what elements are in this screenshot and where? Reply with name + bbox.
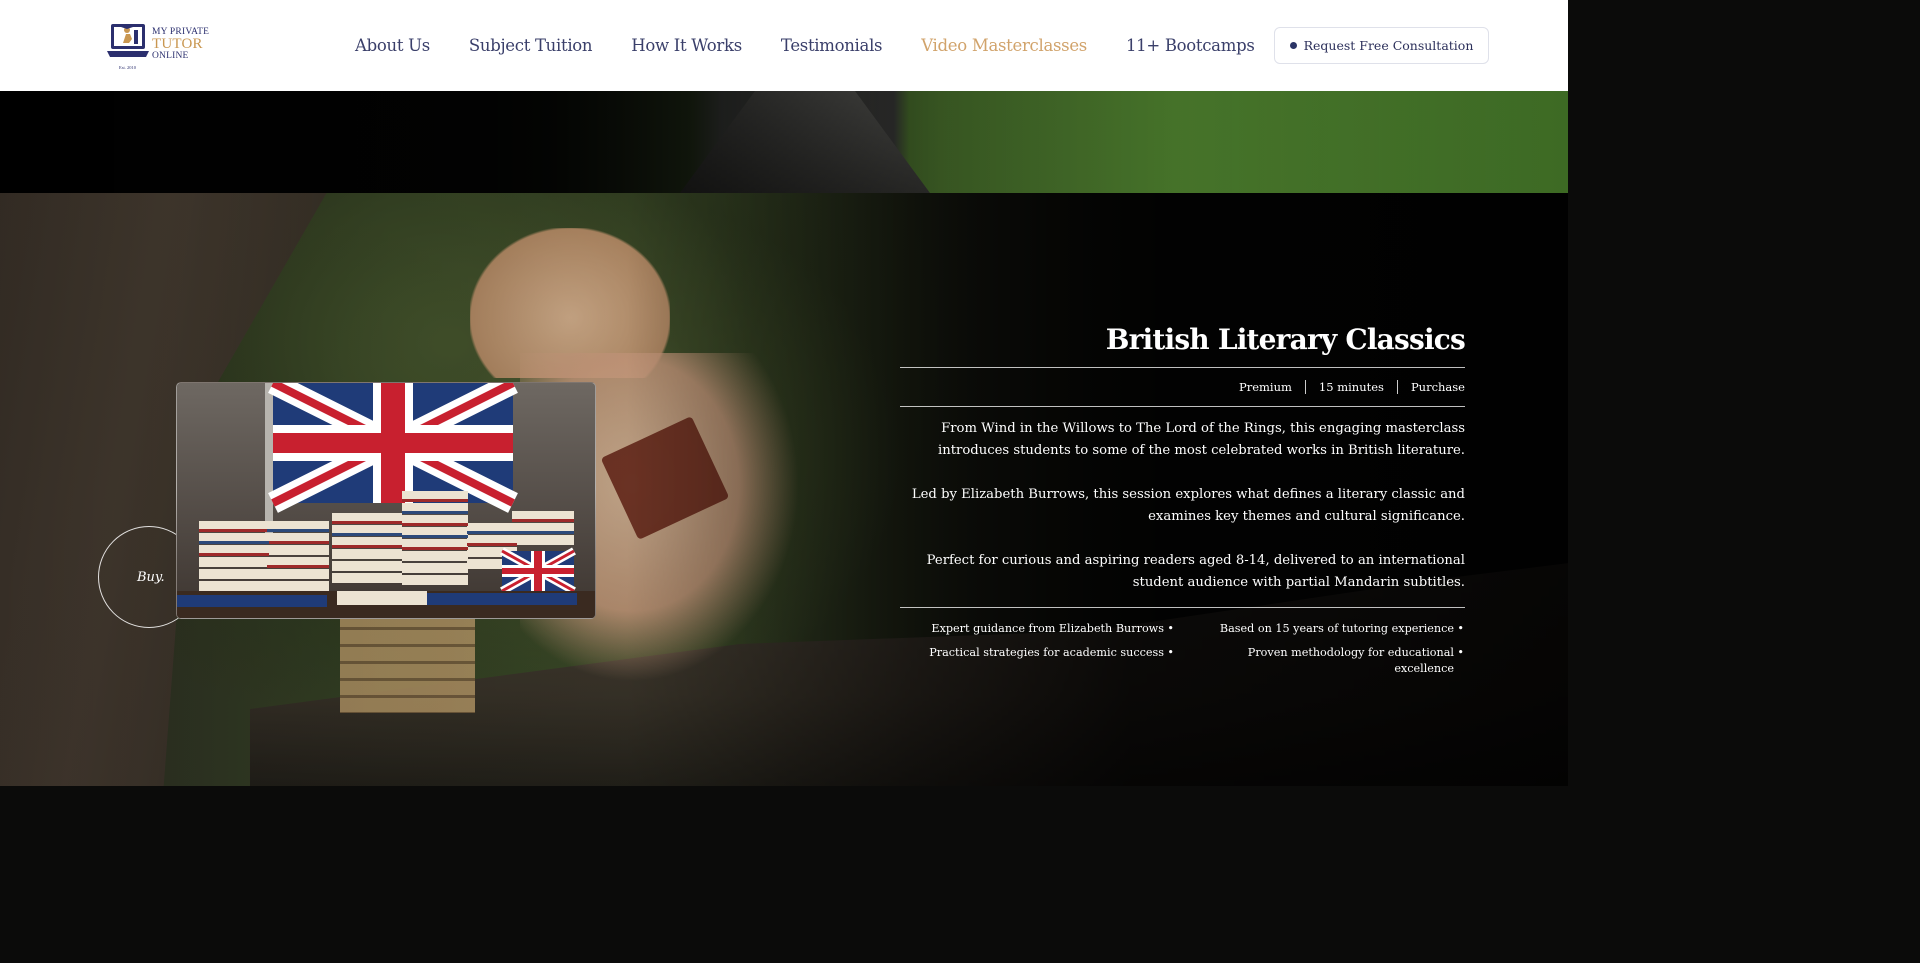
nav-11-plus-bootcamps[interactable]: 11+ Bootcamps	[1126, 36, 1255, 55]
bullet-icon: •	[1457, 622, 1464, 635]
divider	[900, 406, 1465, 407]
bullet-icon: •	[1167, 646, 1174, 659]
main-nav: About Us Subject Tuition How It Works Te…	[355, 36, 1294, 55]
divider	[900, 607, 1465, 608]
feature-item: Based on 15 years of tutoring experience…	[1174, 621, 1464, 637]
masterclass-thumbnail[interactable]	[176, 382, 596, 619]
feature-item: Proven methodology for educational excel…	[1174, 645, 1464, 677]
feature-text: Based on 15 years of tutoring experience	[1219, 622, 1454, 635]
meta-tier: Premium	[1238, 380, 1292, 394]
logo-wordmark: MY PRIVATE TUTOR ONLINE	[152, 27, 209, 62]
nav-video-masterclasses[interactable]: Video Masterclasses	[921, 36, 1087, 55]
request-consultation-button[interactable]: Request Free Consultation	[1274, 27, 1489, 64]
bullet-icon: •	[1457, 646, 1464, 659]
meta-duration: 15 minutes	[1318, 380, 1384, 394]
logo-line-2: TUTOR	[152, 36, 203, 52]
site-header: MY PRIVATE TUTOR ONLINE Est. 2010 About …	[0, 0, 1568, 91]
feature-text: Proven methodology for educational excel…	[1247, 646, 1454, 675]
masterclass-hero: Buy. British Literary Classics Premium 1…	[0, 193, 1568, 786]
nav-about-us[interactable]: About Us	[355, 36, 430, 55]
nav-testimonials[interactable]: Testimonials	[781, 36, 883, 55]
logo-line-3: ONLINE	[152, 51, 189, 61]
nav-subject-tuition[interactable]: Subject Tuition	[469, 36, 593, 55]
feature-text: Expert guidance from Elizabeth Burrows	[931, 622, 1164, 635]
logo-est: Est. 2010	[119, 65, 137, 70]
description-paragraph: From Wind in the Willows to The Lord of …	[938, 421, 1465, 458]
masterclass-description: From Wind in the Willows to The Lord of …	[900, 418, 1465, 594]
meta-separator	[1396, 380, 1398, 394]
meta-separator	[1304, 380, 1306, 394]
site-logo[interactable]: MY PRIVATE TUTOR ONLINE Est. 2010	[106, 18, 216, 72]
laptop-graduate-icon	[107, 24, 149, 57]
feature-item: Practical strategies for academic succes…	[900, 645, 1174, 677]
buy-label: Buy.	[137, 569, 165, 585]
masterclass-meta: Premium 15 minutes Purchase	[900, 368, 1465, 406]
masterclass-details: British Literary Classics Premium 15 min…	[900, 318, 1466, 685]
masterclass-title: British Literary Classics	[1105, 323, 1466, 356]
banner-overlay	[0, 91, 1568, 193]
nav-how-it-works[interactable]: How It Works	[631, 36, 742, 55]
description-paragraph: Perfect for curious and aspiring readers…	[926, 553, 1465, 590]
feature-item: Expert guidance from Elizabeth Burrows •	[900, 621, 1174, 637]
feature-list: Expert guidance from Elizabeth Burrows •…	[900, 621, 1465, 685]
request-consultation-label: Request Free Consultation	[1303, 38, 1474, 53]
feature-text: Practical strategies for academic succes…	[929, 646, 1164, 659]
description-paragraph: Led by Elizabeth Burrows, this session e…	[911, 487, 1465, 524]
banner-image-strip	[0, 91, 1568, 193]
meta-purchase[interactable]: Purchase	[1411, 380, 1465, 394]
bullet-icon: •	[1167, 622, 1174, 635]
union-jack-books-illustration	[177, 383, 595, 618]
dot-icon	[1289, 42, 1297, 49]
